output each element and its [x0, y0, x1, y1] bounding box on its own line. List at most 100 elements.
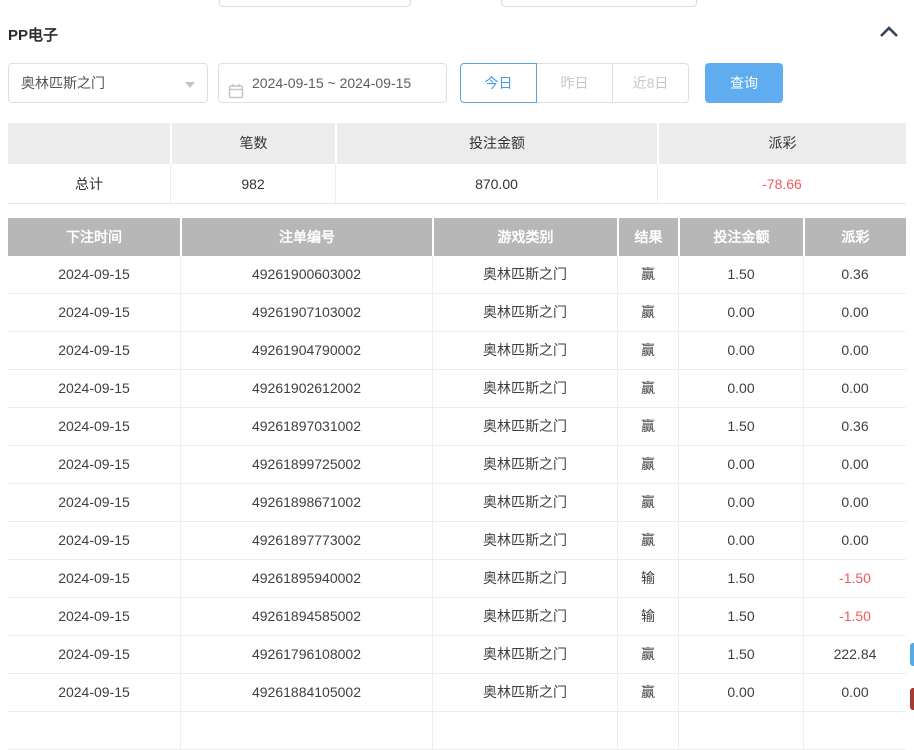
table-cell: 0.00: [803, 446, 906, 484]
table-row: 2024-09-15 49261897031002 奥林匹斯之门赢 1.50 0.36: [8, 408, 906, 446]
calendar-icon: [228, 75, 244, 113]
summary-header-cell: 投注金额: [335, 123, 657, 164]
table-cell: -1.50: [803, 598, 906, 636]
table-cell: 1.50: [678, 408, 803, 446]
table-cell: 赢: [617, 294, 678, 332]
table-cell: 奥林匹斯之门: [432, 294, 617, 332]
table-cell: 奥林匹斯之门: [432, 636, 617, 674]
table-cell: 2024-09-15: [8, 332, 180, 370]
table-row: 2024-09-15 49261904790002 奥林匹斯之门赢 0.00 0.00: [8, 332, 906, 370]
table-cell: 2024-09-15: [8, 294, 180, 332]
table-cell: 49261897031002: [180, 408, 432, 446]
date-range-value: 2024-09-15 ~ 2024-09-15: [252, 75, 412, 91]
table-cell: 2024-09-15: [8, 560, 180, 598]
chevron-up-icon: [878, 26, 900, 44]
table-cell: 输: [617, 598, 678, 636]
table-cell: 0.36: [803, 408, 906, 446]
game-select-value: 奥林匹斯之门: [21, 75, 105, 91]
summary-header-cell: 笔数: [170, 123, 335, 164]
table-cell: 1.50: [678, 560, 803, 598]
table-cell: 输: [617, 560, 678, 598]
table-cell: 0.00: [803, 332, 906, 370]
column-header: 下注时间: [8, 218, 180, 256]
table-row: 2024-09-15 49261884105002 奥林匹斯之门赢 0.00 0.00: [8, 674, 906, 712]
table-cell: 49261900603002: [180, 256, 432, 294]
last-8-days-button[interactable]: 近8日: [612, 63, 689, 103]
table-cell: 0.00: [678, 294, 803, 332]
table-cell: 赢: [617, 408, 678, 446]
quick-date-button-group: 今日 昨日 近8日: [460, 63, 689, 103]
table-cell: 2024-09-15: [8, 674, 180, 712]
bet-table-rows: 2024-09-15 49261900603002 奥林匹斯之门赢 1.50 0.36 2…: [8, 256, 906, 712]
table-row: 2024-09-15 49261898671002 奥林匹斯之门赢 0.00 0.00: [8, 484, 906, 522]
table-cell: 0.00: [803, 294, 906, 332]
summary-table: 笔数 投注金额 派彩 总计 982 870.00 -78.66: [8, 123, 906, 204]
table-cell: 0.00: [678, 446, 803, 484]
table-cell: 0.00: [678, 674, 803, 712]
table-row: 2024-09-15 49261899725002 奥林匹斯之门赢 0.00 0.00: [8, 446, 906, 484]
date-range-input[interactable]: 2024-09-15 ~ 2024-09-15: [218, 63, 447, 103]
table-cell: 赢: [617, 446, 678, 484]
table-cell: 0.00: [678, 522, 803, 560]
table-cell: 49261796108002: [180, 636, 432, 674]
today-button[interactable]: 今日: [460, 63, 537, 103]
yesterday-button[interactable]: 昨日: [536, 63, 613, 103]
table-cell: -1.50: [803, 560, 906, 598]
table-cell: 49261884105002: [180, 674, 432, 712]
summary-header-cell: 派彩: [657, 123, 906, 164]
table-cell: 2024-09-15: [8, 256, 180, 294]
table-cell: 0.00: [678, 332, 803, 370]
table-cell: 49261904790002: [180, 332, 432, 370]
table-cell: 222.84: [803, 636, 906, 674]
table-cell: 奥林匹斯之门: [432, 484, 617, 522]
table-cell: 2024-09-15: [8, 636, 180, 674]
partial-input-above-left[interactable]: [219, 0, 411, 7]
table-row: 2024-09-15 49261907103002 奥林匹斯之门赢 0.00 0.00: [8, 294, 906, 332]
column-header: 游戏类别: [432, 218, 617, 256]
collapse-panel-button[interactable]: [878, 24, 900, 42]
partial-input-above-right[interactable]: [501, 0, 697, 7]
table-row: 2024-09-15 49261900603002 奥林匹斯之门赢 1.50 0.36: [8, 256, 906, 294]
query-button[interactable]: 查询: [705, 63, 783, 103]
table-row: 2024-09-15 49261902612002 奥林匹斯之门赢 0.00 0.00: [8, 370, 906, 408]
table-cell: 赢: [617, 332, 678, 370]
table-cell: 奥林匹斯之门: [432, 598, 617, 636]
table-cell: 赢: [617, 674, 678, 712]
game-select[interactable]: 奥林匹斯之门: [8, 63, 208, 103]
column-header: 结果: [617, 218, 678, 256]
column-header: 派彩: [803, 218, 906, 256]
table-cell: 0.00: [803, 674, 906, 712]
column-header: 投注金额: [678, 218, 803, 256]
summary-payout: -78.66: [657, 164, 906, 204]
panel-title: PP电子: [8, 27, 59, 44]
floating-widget-blue[interactable]: [910, 643, 914, 666]
table-cell: 49261897773002: [180, 522, 432, 560]
table-cell: 0.00: [803, 370, 906, 408]
table-cell: 奥林匹斯之门: [432, 408, 617, 446]
table-cell: 奥林匹斯之门: [432, 446, 617, 484]
table-cell: 0.00: [803, 522, 906, 560]
table-row: 2024-09-15 49261894585002 奥林匹斯之门输 1.50 -1.50: [8, 598, 906, 636]
summary-total-label: 总计: [8, 164, 170, 204]
table-cell: 1.50: [678, 636, 803, 674]
table-cell: 49261894585002: [180, 598, 432, 636]
table-cell: 0.00: [803, 484, 906, 522]
table-cell: 赢: [617, 636, 678, 674]
column-header: 注单编号: [180, 218, 432, 256]
floating-widget-red[interactable]: [910, 688, 914, 710]
table-cell: 奥林匹斯之门: [432, 256, 617, 294]
bet-table-header: 下注时间 注单编号 游戏类别 结果 投注金额 派彩: [8, 218, 906, 256]
bet-table: 下注时间 注单编号 游戏类别 结果 投注金额 派彩 2024-09-15 4926…: [8, 218, 906, 750]
table-cell: 赢: [617, 256, 678, 294]
summary-count: 982: [170, 164, 335, 204]
table-cell: 2024-09-15: [8, 370, 180, 408]
table-cell: 赢: [617, 522, 678, 560]
table-row-partial: [8, 712, 906, 750]
table-cell: 49261895940002: [180, 560, 432, 598]
table-cell: 2024-09-15: [8, 484, 180, 522]
table-cell: 2024-09-15: [8, 598, 180, 636]
table-cell: 1.50: [678, 598, 803, 636]
summary-total-row: 总计 982 870.00 -78.66: [8, 164, 906, 204]
table-row: 2024-09-15 49261895940002 奥林匹斯之门输 1.50 -1.50: [8, 560, 906, 598]
table-cell: 1.50: [678, 256, 803, 294]
